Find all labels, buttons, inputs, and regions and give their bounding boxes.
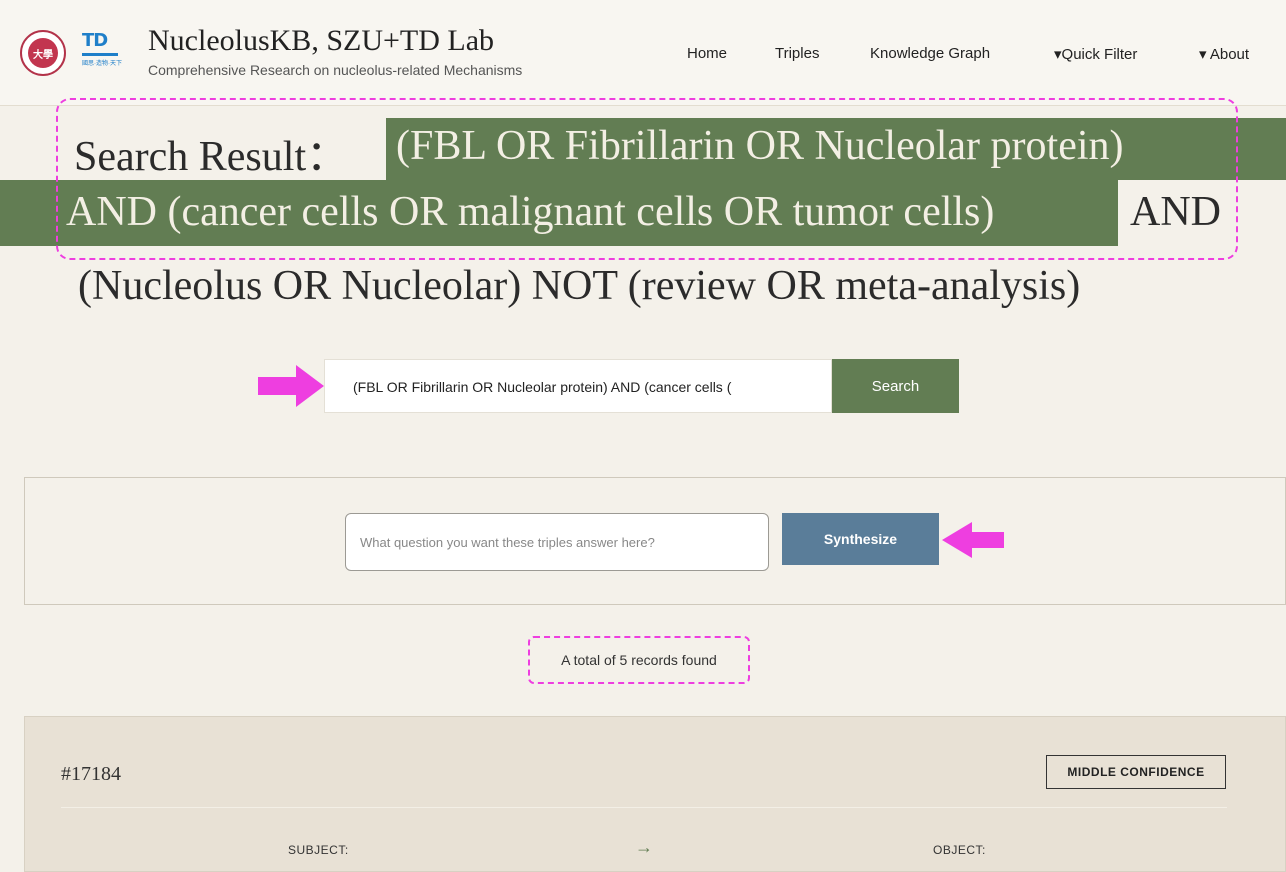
synthesize-button[interactable]: Synthesize: [782, 513, 939, 565]
nav-triples[interactable]: Triples: [775, 45, 819, 62]
subject-label: SUBJECT:: [288, 843, 349, 857]
seal-text: 大學: [28, 38, 58, 68]
site-header: 大學 TD 國思·造物·天下 NucleolusKB, SZU+TD Lab C…: [0, 0, 1286, 106]
site-subtitle: Comprehensive Research on nucleolus-rela…: [148, 62, 523, 78]
object-label: OBJECT:: [933, 843, 986, 857]
triple-id: #17184: [61, 763, 121, 785]
nav-knowledge-graph[interactable]: Knowledge Graph: [870, 45, 990, 62]
arrow-icon: →: [635, 837, 653, 857]
card-divider: [61, 807, 1227, 808]
site-title[interactable]: NucleolusKB, SZU+TD Lab: [148, 24, 494, 58]
td-lab-logo[interactable]: TD 國思·造物·天下: [82, 30, 140, 72]
query-part4: (Nucleolus OR Nucleolar) NOT (review OR …: [78, 263, 1081, 309]
question-input[interactable]: What question you want these triples ans…: [345, 513, 769, 571]
confidence-badge: MIDDLE CONFIDENCE: [1046, 755, 1226, 789]
nav-quick-filter[interactable]: ▾Quick Filter: [1054, 45, 1137, 63]
td-mark: TD: [82, 30, 108, 51]
annotation-arrow-left-icon: [942, 522, 1004, 558]
nav-about[interactable]: ▾ About: [1199, 45, 1249, 63]
td-underline: [82, 53, 118, 56]
triple-card[interactable]: #17184 MIDDLE CONFIDENCE SUBJECT: → OBJE…: [24, 716, 1286, 872]
search-input[interactable]: (FBL OR Fibrillarin OR Nucleolar protein…: [324, 359, 832, 413]
search-button[interactable]: Search: [832, 359, 959, 413]
td-text: 國思·造物·天下: [82, 61, 122, 67]
annotation-box-records: [528, 636, 750, 684]
annotation-box-title: [56, 98, 1238, 260]
annotation-arrow-right-icon: [258, 365, 324, 407]
nav-home[interactable]: Home: [687, 45, 727, 62]
university-logo[interactable]: 大學: [20, 30, 66, 76]
